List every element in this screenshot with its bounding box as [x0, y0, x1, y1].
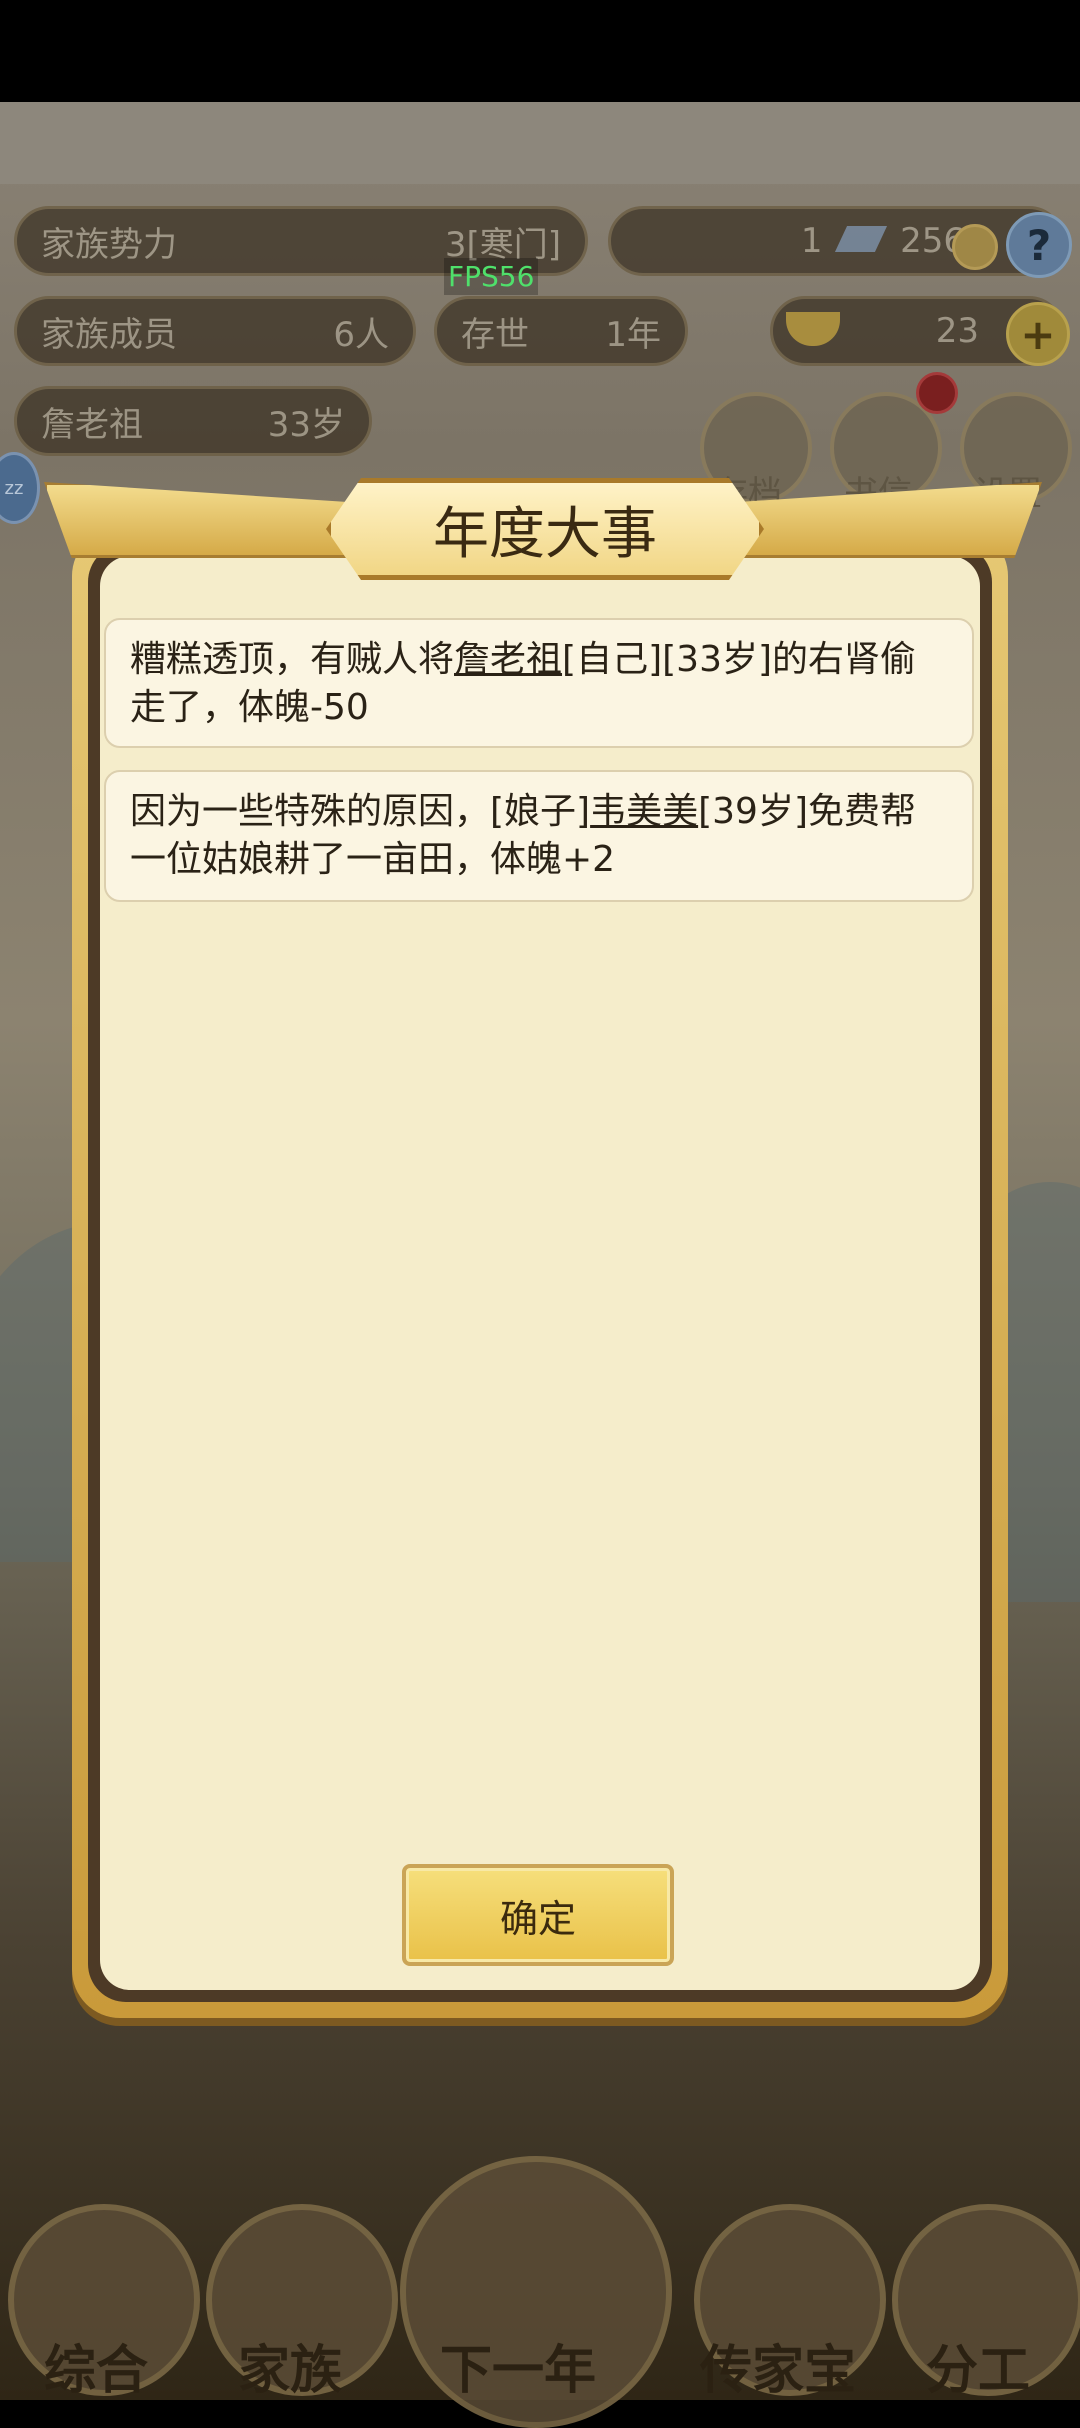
dialog-title-plate: 年度大事 — [326, 478, 764, 580]
character-link[interactable]: 詹老祖 — [454, 639, 562, 680]
bottom-nav: 综合 家族 下一年 传家宝 分工 — [0, 2156, 1080, 2428]
annual-events-dialog — [72, 528, 1008, 2018]
event-text: 糟糕透顶，有贼人将 — [130, 639, 455, 680]
notification-dot — [916, 372, 958, 414]
dialog-border — [88, 544, 992, 2002]
confirm-label: 确定 — [499, 1896, 576, 1941]
sleep-badge-text: zz — [4, 477, 24, 499]
silver-count: 1 — [800, 221, 823, 261]
nav-family-label: 家族 — [238, 2341, 343, 2401]
character-stat: 詹老祖 33岁 — [14, 386, 372, 456]
event-card: 糟糕透顶，有贼人将詹老祖[自己][33岁]的右肾偷走了，体魄-50 — [104, 618, 974, 748]
copper-coin-icon — [952, 224, 998, 270]
character-name: 詹老祖 — [41, 404, 143, 445]
event-card: 因为一些特殊的原因，[娘子]韦美美[39岁]免费帮一位姑娘耕了一亩田，体魄+2 — [104, 770, 974, 902]
silver-icon — [835, 226, 888, 252]
nav-heirloom-label: 传家宝 — [700, 2341, 857, 2401]
confirm-button[interactable]: 确定 — [402, 1864, 674, 1966]
character-age: 33岁 — [267, 404, 345, 445]
character-link[interactable]: 韦美美 — [590, 791, 698, 832]
members-label: 家族成员 — [41, 314, 177, 355]
era-value: 1年 — [605, 314, 661, 355]
era-stat: 存世 1年 — [434, 296, 688, 366]
fps-counter: FPS56 — [444, 258, 539, 295]
gold-count: 23 — [935, 311, 979, 351]
members-stat: 家族成员 6人 — [14, 296, 416, 366]
top-band — [0, 102, 1080, 184]
dialog-title: 年度大事 — [433, 501, 657, 567]
event-text: 因为一些特殊的原因，[娘子] — [130, 791, 591, 832]
nav-overview-label: 综合 — [44, 2341, 149, 2401]
nav-assign-label: 分工 — [926, 2341, 1031, 2401]
status-bar — [0, 0, 1080, 102]
era-label: 存世 — [461, 314, 529, 355]
help-icon[interactable]: ? — [1006, 212, 1072, 278]
members-value: 6人 — [333, 314, 389, 355]
family-power-label: 家族势力 — [41, 224, 177, 265]
help-glyph: ? — [1026, 220, 1052, 270]
add-gold-icon[interactable]: + — [1006, 302, 1070, 366]
nav-next-year-label: 下一年 — [440, 2341, 597, 2401]
